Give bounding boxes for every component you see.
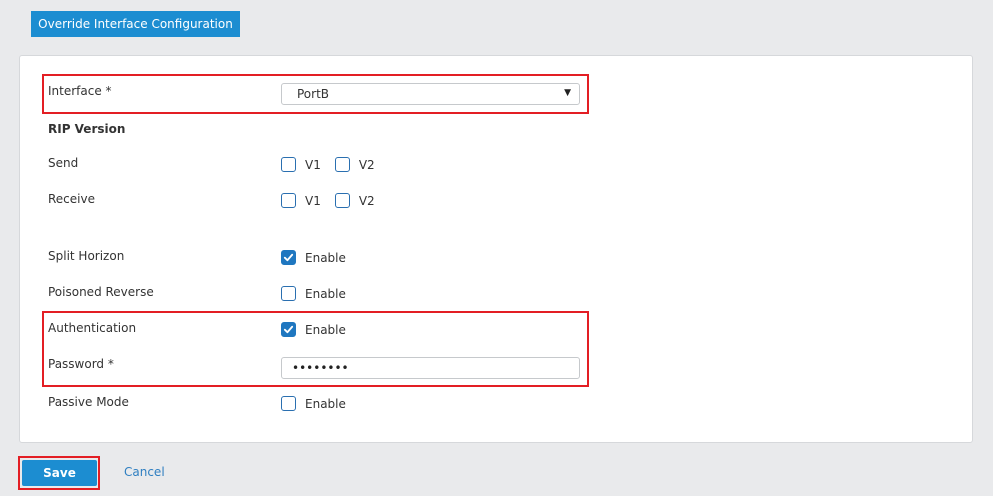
split-horizon-checkbox[interactable] <box>281 250 296 265</box>
receive-v2-label: V2 <box>358 193 375 208</box>
receive-options: V1 V2 <box>281 193 389 208</box>
poisoned-reverse-label: Poisoned Reverse <box>48 285 154 299</box>
rip-version-heading: RIP Version <box>48 122 126 136</box>
poisoned-reverse-option: Enable <box>281 286 360 301</box>
authentication-enable-label: Enable <box>305 322 346 337</box>
send-options: V1 V2 <box>281 157 389 172</box>
authentication-option: Enable <box>281 322 360 337</box>
send-label: Send <box>48 156 79 170</box>
password-value: •••••••• <box>292 361 349 375</box>
poisoned-reverse-enable-label: Enable <box>305 286 346 301</box>
passive-mode-enable-label: Enable <box>305 396 346 411</box>
receive-v1-checkbox[interactable] <box>281 193 296 208</box>
send-v1-checkbox[interactable] <box>281 157 296 172</box>
split-horizon-label: Split Horizon <box>48 249 125 263</box>
interface-select[interactable]: PortB ▼ <box>281 83 580 105</box>
interface-select-value: PortB <box>297 87 330 101</box>
cancel-link[interactable]: Cancel <box>124 465 165 479</box>
page-title-tab: Override Interface Configuration <box>31 11 240 37</box>
split-horizon-option: Enable <box>281 250 360 265</box>
send-v1-label: V1 <box>305 157 321 172</box>
save-button[interactable]: Save <box>22 460 97 486</box>
authentication-checkbox[interactable] <box>281 322 296 337</box>
checkmark-icon <box>283 253 294 262</box>
authentication-label: Authentication <box>48 321 137 335</box>
passive-mode-label: Passive Mode <box>48 395 129 409</box>
split-horizon-enable-label: Enable <box>305 250 346 265</box>
passive-mode-checkbox[interactable] <box>281 396 296 411</box>
poisoned-reverse-checkbox[interactable] <box>281 286 296 301</box>
password-label: Password * <box>48 357 114 371</box>
receive-v2-checkbox[interactable] <box>334 193 350 208</box>
dropdown-arrow-icon: ▼ <box>564 88 571 98</box>
receive-v1-label: V1 <box>305 193 321 208</box>
send-v2-checkbox[interactable] <box>334 157 350 172</box>
send-v2-label: V2 <box>358 157 375 172</box>
password-field[interactable]: •••••••• <box>281 357 580 379</box>
passive-mode-option: Enable <box>281 396 360 411</box>
receive-label: Receive <box>48 192 95 206</box>
checkmark-icon <box>283 325 294 334</box>
form-panel <box>19 55 973 443</box>
interface-label: Interface * <box>48 84 112 98</box>
